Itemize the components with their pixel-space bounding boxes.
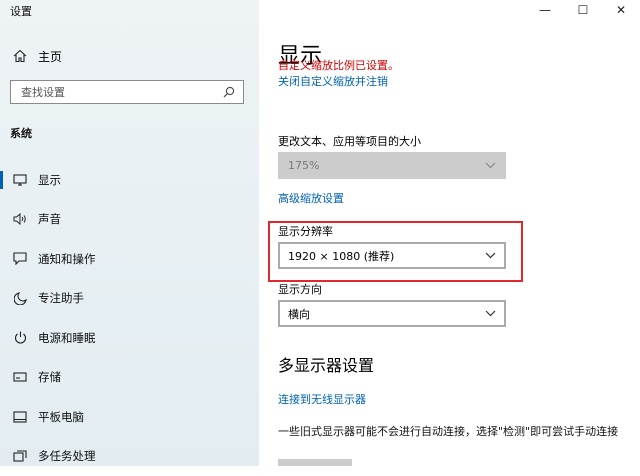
chevron-down-icon xyxy=(485,162,496,169)
detect-button[interactable] xyxy=(278,459,352,466)
sidebar-item-label: 平板电脑 xyxy=(38,409,84,425)
sidebar-item-sound[interactable]: 声音 xyxy=(0,200,259,240)
sidebar-nav: 显示 声音 通知和操作 专注助手 电源和睡眠 xyxy=(0,160,259,476)
sidebar: 设置 主页 系统 显示 声音 通知和操作 xyxy=(0,0,259,466)
advanced-scaling-link[interactable]: 高级缩放设置 xyxy=(278,190,344,206)
scale-label: 更改文本、应用等项目的大小 xyxy=(278,133,421,149)
section-title: 系统 xyxy=(10,125,32,141)
scale-dropdown: 175% xyxy=(278,152,506,179)
search-box[interactable] xyxy=(10,80,244,104)
tablet-icon xyxy=(12,411,28,423)
sidebar-item-label: 显示 xyxy=(38,172,61,188)
sidebar-item-label: 电源和睡眠 xyxy=(38,330,96,346)
sidebar-item-power[interactable]: 电源和睡眠 xyxy=(0,318,259,358)
multi-display-description: 一些旧式显示器可能不会进行自动连接，选择"检测"即可尝试手动连接 xyxy=(278,423,618,439)
home-icon xyxy=(12,49,28,63)
storage-icon xyxy=(12,372,28,382)
minimize-button[interactable]: — xyxy=(526,0,564,20)
resolution-dropdown[interactable]: 1920 × 1080 (推荐) xyxy=(278,242,506,269)
monitor-icon xyxy=(12,174,28,186)
sidebar-item-multitasking[interactable]: 多任务处理 xyxy=(0,437,259,476)
window-title: 设置 xyxy=(10,3,32,19)
orientation-label: 显示方向 xyxy=(278,281,322,297)
search-icon[interactable] xyxy=(223,86,235,98)
speaker-icon xyxy=(12,213,28,225)
search-input[interactable] xyxy=(11,85,203,100)
scale-value: 175% xyxy=(280,159,319,172)
window-controls: — ☐ ✕ xyxy=(526,0,640,20)
sidebar-item-focus-assist[interactable]: 专注助手 xyxy=(0,279,259,319)
chevron-down-icon xyxy=(485,252,496,259)
sidebar-item-home[interactable]: 主页 xyxy=(0,44,259,68)
sidebar-item-display[interactable]: 显示 xyxy=(0,160,259,200)
sidebar-item-label: 主页 xyxy=(38,48,62,65)
sidebar-item-tablet[interactable]: 平板电脑 xyxy=(0,397,259,437)
sidebar-item-notifications[interactable]: 通知和操作 xyxy=(0,239,259,279)
close-button[interactable]: ✕ xyxy=(602,0,640,20)
sidebar-item-label: 专注助手 xyxy=(38,290,84,306)
multitask-icon xyxy=(12,450,28,462)
main-panel: — ☐ ✕ 显示 自定义缩放比例已设置。 关闭自定义缩放并注销 更改文本、应用等… xyxy=(259,0,640,466)
turn-off-custom-scaling-link[interactable]: 关闭自定义缩放并注销 xyxy=(278,73,388,89)
orientation-value: 横向 xyxy=(280,306,310,322)
sidebar-item-label: 存储 xyxy=(38,369,61,385)
sidebar-item-label: 多任务处理 xyxy=(38,448,96,464)
custom-scale-warning: 自定义缩放比例已设置。 xyxy=(278,57,399,73)
maximize-button[interactable]: ☐ xyxy=(564,0,602,20)
chevron-down-icon xyxy=(485,310,496,317)
multi-display-heading: 多显示器设置 xyxy=(278,352,374,376)
orientation-dropdown[interactable]: 横向 xyxy=(278,300,506,327)
moon-icon xyxy=(12,292,28,305)
sidebar-item-label: 声音 xyxy=(38,211,61,227)
wireless-display-link[interactable]: 连接到无线显示器 xyxy=(278,391,366,407)
notification-icon xyxy=(12,252,28,265)
resolution-label: 显示分辨率 xyxy=(278,223,333,239)
power-icon xyxy=(12,331,28,344)
sidebar-item-label: 通知和操作 xyxy=(38,251,96,267)
resolution-value: 1920 × 1080 (推荐) xyxy=(280,248,394,264)
sidebar-item-storage[interactable]: 存储 xyxy=(0,358,259,398)
